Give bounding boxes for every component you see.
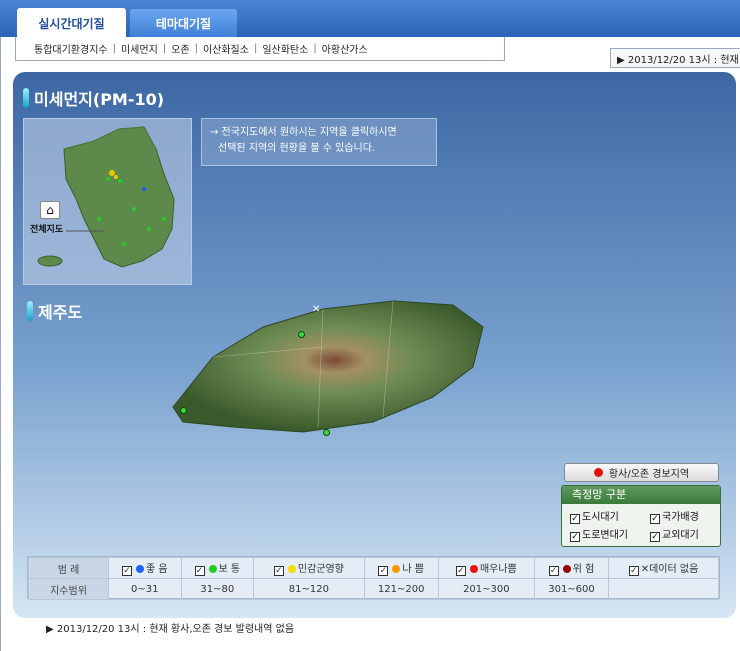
range-cell bbox=[608, 578, 719, 600]
legend-hazard[interactable]: ✓ 위 험 bbox=[533, 557, 610, 579]
network-national-checkbox[interactable]: ✓ 국가배경 bbox=[650, 508, 730, 524]
station-marker[interactable] bbox=[180, 407, 187, 414]
alert-button-label: 황사/오존 경보지역 bbox=[608, 469, 690, 480]
alert-status-note: ▶ 2013/12/20 13시 : 현재 황사,오존 경보 발령내역 없음 bbox=[46, 624, 295, 635]
alert-siren-icon bbox=[593, 468, 603, 477]
level-label: 민감군영향 bbox=[297, 564, 344, 575]
checkbox-icon[interactable]: ✓ bbox=[273, 566, 284, 576]
level-dot-icon bbox=[135, 565, 144, 573]
level-label: 나 쁨 bbox=[402, 564, 424, 575]
level-dot-icon bbox=[562, 565, 571, 573]
checkbox-icon[interactable]: ✓ bbox=[121, 566, 132, 576]
hint-box: → 전국지도에서 원하시는 지역을 클릭하시면 선택된 지역의 현황을 볼 수 … bbox=[201, 118, 437, 166]
menu-item-no2[interactable]: 이산화질소 bbox=[203, 41, 249, 56]
level-dot-icon bbox=[287, 565, 296, 573]
checkbox-icon[interactable]: ✓ bbox=[455, 566, 466, 576]
level-label: 보 통 bbox=[218, 564, 241, 575]
page: 실시간대기질 테마대기질 통합대기환경지수 | 미세먼지 | 오존 | 이산화질… bbox=[0, 0, 740, 651]
range-cell: 81~120 bbox=[253, 578, 365, 600]
station-marker[interactable] bbox=[298, 331, 305, 338]
menu-item-pm10[interactable]: 미세먼지 bbox=[121, 41, 158, 56]
legend-normal[interactable]: ✓ 보 통 bbox=[180, 557, 255, 579]
checkbox-icon[interactable]: ✓ bbox=[570, 532, 580, 542]
legend-good[interactable]: ✓ 좋 음 bbox=[108, 557, 182, 579]
top-tab-bar: 실시간대기질 테마대기질 bbox=[0, 0, 740, 38]
menu-separator: | bbox=[313, 43, 317, 54]
pm10-section-title: 미세먼지(PM-10) bbox=[23, 86, 164, 110]
map-panel: 미세먼지(PM-10) ⌂ 전체지도 → 전국지도에서 원하시는 지역을 클릭하… bbox=[13, 72, 736, 618]
range-cell: 0~31 bbox=[108, 578, 182, 600]
checkbox-icon[interactable]: ✓ bbox=[650, 514, 660, 524]
alert-area-button[interactable]: 황사/오존 경보지역 bbox=[564, 463, 719, 482]
jeju-map[interactable]: ✕ bbox=[153, 287, 493, 437]
legend-very-bad[interactable]: ✓ 매우나쁨 bbox=[437, 557, 535, 579]
korea-minimap[interactable]: ⌂ 전체지도 bbox=[23, 118, 192, 285]
station-marker[interactable] bbox=[323, 429, 330, 436]
level-label: 매우나쁨 bbox=[479, 564, 517, 575]
region-section-title: 제주도 bbox=[27, 299, 82, 323]
tab-theme[interactable]: 테마대기질 bbox=[130, 9, 237, 37]
section-marker-icon bbox=[23, 88, 29, 108]
legend-bad[interactable]: ✓ 나 쁨 bbox=[363, 557, 439, 579]
pm10-title-text: 미세먼지(PM-10) bbox=[34, 90, 165, 109]
checkbox-icon[interactable]: ✓ bbox=[194, 566, 205, 576]
range-cell: 31~80 bbox=[180, 578, 255, 600]
level-label: 좋 음 bbox=[145, 564, 168, 575]
legend-table: 범 례 ✓ 좋 음 ✓ 보 통 ✓ 민감군영향 ✓ 나 쁨 ✓ 매우나쁨 ✓ 위 험 ✓ ✕데… bbox=[27, 556, 720, 600]
checkbox-icon[interactable]: ✓ bbox=[378, 566, 389, 576]
menu-separator: | bbox=[162, 43, 167, 54]
level-dot-icon bbox=[392, 565, 401, 573]
legend-sensitive[interactable]: ✓ 민감군영향 bbox=[253, 557, 365, 579]
level-dot-icon bbox=[208, 565, 217, 573]
home-icon[interactable]: ⌂ bbox=[40, 201, 60, 219]
range-header: 지수범위 bbox=[28, 578, 109, 600]
svg-text:✕: ✕ bbox=[312, 304, 320, 315]
legend-header: 범 례 bbox=[28, 557, 109, 579]
range-cell: 201~300 bbox=[437, 578, 535, 600]
level-dot-icon bbox=[469, 565, 478, 573]
network-roadside-checkbox[interactable]: ✓ 도로변대기 bbox=[570, 526, 650, 542]
network-label: 교외대기 bbox=[662, 530, 699, 541]
menu-item-cai[interactable]: 통합대기환경지수 bbox=[34, 41, 108, 56]
network-label: 도시대기 bbox=[582, 512, 619, 523]
network-urban-checkbox[interactable]: ✓ 도시대기 bbox=[570, 508, 650, 524]
menu-separator: | bbox=[112, 43, 116, 54]
network-filter-title: 측정망 구분 bbox=[562, 486, 720, 504]
checkbox-icon[interactable]: ✓ bbox=[650, 532, 660, 542]
pollutant-menu: 통합대기환경지수 | 미세먼지 | 오존 | 이산화질소 | 일산화탄소 | 아… bbox=[15, 37, 505, 61]
range-cell: 121~200 bbox=[363, 578, 439, 600]
jeju-island-icon[interactable]: ✕ bbox=[153, 287, 493, 437]
legend-no-data[interactable]: ✓ ✕데이터 없음 bbox=[608, 557, 719, 579]
left-border bbox=[0, 37, 1, 651]
menu-separator: | bbox=[253, 43, 258, 54]
menu-item-co[interactable]: 일산화탄소 bbox=[262, 41, 308, 56]
network-label: 도로변대기 bbox=[582, 530, 628, 541]
menu-item-ozone[interactable]: 오존 bbox=[171, 41, 189, 56]
level-label: 데이터 없음 bbox=[649, 564, 699, 575]
checkbox-icon[interactable]: ✓ bbox=[570, 514, 580, 524]
checkbox-icon[interactable]: ✓ bbox=[628, 566, 639, 576]
range-cell: 301~600 bbox=[533, 578, 610, 600]
section-marker-icon bbox=[27, 301, 33, 321]
date-display: ▶ 2013/12/20 13시 : 현재 bbox=[610, 48, 740, 68]
network-suburban-checkbox[interactable]: ✓ 교외대기 bbox=[650, 526, 730, 542]
network-filter: 측정망 구분 ✓ 도시대기 ✓ 국가배경 ✓ 도로변대기 ✓ 교외대기 bbox=[561, 485, 721, 547]
checkbox-icon[interactable]: ✓ bbox=[548, 566, 559, 576]
network-label: 국가배경 bbox=[662, 512, 699, 523]
no-data-icon: ✕ bbox=[640, 564, 650, 575]
level-label: 위 험 bbox=[572, 564, 595, 575]
hint-line-1: → 전국지도에서 원하시는 지역을 클릭하시면 bbox=[210, 127, 397, 138]
tab-realtime[interactable]: 실시간대기질 bbox=[17, 8, 126, 38]
menu-separator: | bbox=[194, 43, 198, 54]
menu-item-so2[interactable]: 아황산가스 bbox=[322, 41, 368, 56]
region-title-text: 제주도 bbox=[38, 303, 83, 322]
hint-line-2: 선택된 지역의 현황을 볼 수 있습니다. bbox=[218, 143, 376, 154]
full-map-label[interactable]: 전체지도 bbox=[30, 222, 63, 235]
